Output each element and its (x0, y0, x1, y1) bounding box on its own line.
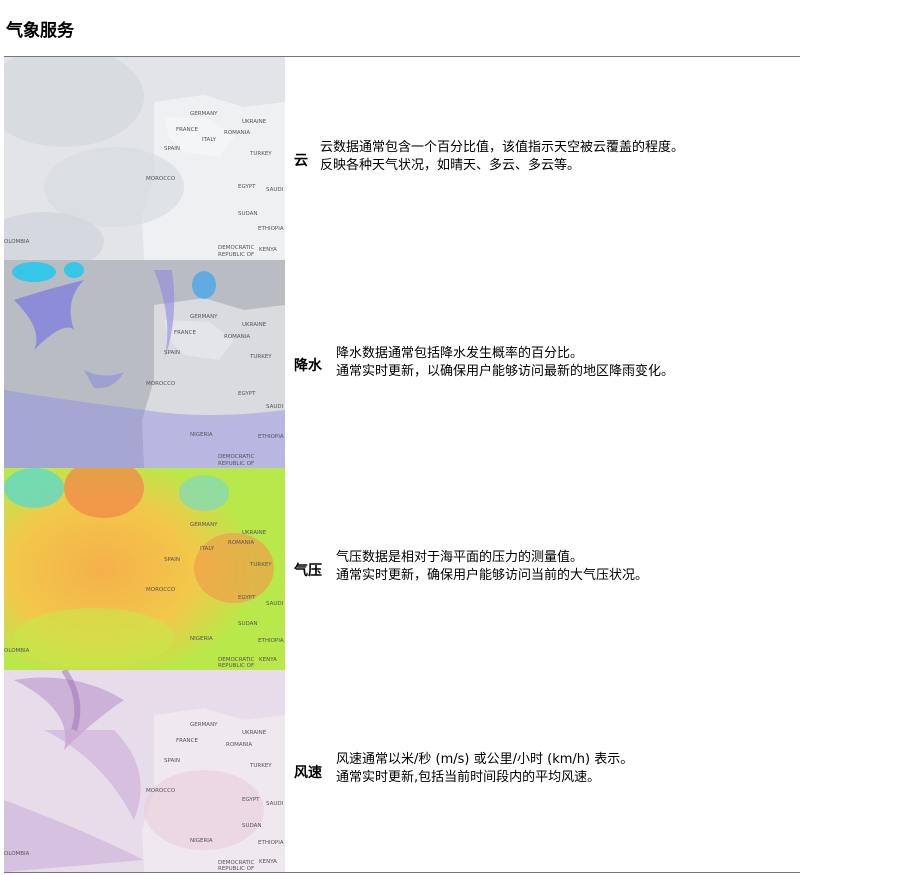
wind-map-image: GERMANY UKRAINE FRANCE ROMANIA SPAIN TUR… (4, 670, 285, 872)
pressure-label: 气压 (294, 563, 322, 579)
precipitation-map-image: GERMANY UKRAINE FRANCE ROMANIA SPAIN TUR… (4, 260, 285, 468)
map-label-turkey: TURKEY (249, 151, 272, 157)
weather-row-pressure: GERMANY UKRAINE ROMANIA ITALY SPAIN TURK… (4, 468, 800, 670)
cloud-map-image: GERMANY UKRAINE FRANCE ROMANIA SPAIN ITA… (4, 57, 285, 260)
wind-description-line-2: 通常实时更新,包括当前时间段内的平均风速。 (336, 770, 601, 785)
map-label-saudi: SAUDI (266, 404, 284, 410)
weather-row-precipitation: GERMANY UKRAINE FRANCE ROMANIA SPAIN TUR… (4, 260, 800, 468)
map-label-morocco: MOROCCO (146, 587, 176, 593)
map-label-ethiopia: ETHIOPIA (258, 840, 284, 846)
cloud-description-line-1: 云数据通常包含一个百分比值，该值指示天空被云覆盖的程度。 (320, 140, 685, 155)
map-label-italy: ITALY (200, 546, 215, 552)
map-label-sudan: SUDAN (238, 211, 258, 217)
map-label-saudi: SAUDI (266, 801, 284, 807)
map-label-spain: SPAIN (164, 758, 180, 764)
map-label-spain: SPAIN (164, 350, 180, 356)
map-label-colombia: OLOMBIA (4, 648, 30, 654)
map-label-france: FRANCE (176, 738, 198, 744)
map-label-ethiopia: ETHIOPIA (258, 226, 284, 232)
pressure-description-line-2: 通常实时更新，确保用户能够访问当前的大气压状况。 (336, 568, 649, 583)
map-label-germany: GERMANY (190, 522, 218, 528)
precipitation-description-line-1: 降水数据通常包括降水发生概率的百分比。 (336, 346, 584, 361)
bottom-divider (4, 872, 800, 873)
map-label-colombia: OLOMBIA (4, 239, 30, 245)
map-label-ukraine: UKRAINE (242, 119, 267, 125)
map-label-saudi: SAUDI (266, 187, 284, 193)
page-title: 气象服务 (6, 21, 74, 41)
map-label-nigeria: NIGERIA (190, 838, 213, 844)
map-label-germany: GERMANY (190, 314, 218, 320)
pressure-description: 气压数据是相对于海平面的压力的测量值。 通常实时更新，确保用户能够访问当前的大气… (336, 549, 648, 585)
map-label-drc: DEMOCRATIC (218, 245, 255, 251)
map-label-turkey: TURKEY (249, 354, 272, 360)
map-label-turkey: TURKEY (249, 763, 272, 769)
map-label-turkey: TURKEY (249, 562, 272, 568)
map-label-nigeria: NIGERIA (190, 432, 213, 438)
map-label-spain: SPAIN (164, 146, 180, 152)
map-label-spain: SPAIN (164, 557, 180, 563)
map-label-romania: ROMANIA (224, 334, 250, 340)
map-label-ethiopia: ETHIOPIA (258, 434, 284, 440)
map-label-romania: ROMANIA (226, 742, 252, 748)
wind-description-line-1: 风速通常以米/秒 (m/s) 或公里/小时 (km/h) 表示。 (336, 752, 634, 767)
map-label-germany: GERMANY (190, 111, 218, 117)
map-label-sudan: SUDAN (242, 823, 262, 829)
map-label-morocco: MOROCCO (146, 788, 176, 794)
precipitation-description: 降水数据通常包括降水发生概率的百分比。 通常实时更新，以确保用户能够访问最新的地… (336, 345, 674, 381)
map-label-morocco: MOROCCO (146, 176, 176, 182)
map-label-sudan: SUDAN (238, 621, 258, 627)
wind-label: 风速 (294, 765, 322, 781)
cloud-label: 云 (294, 153, 308, 169)
precipitation-label: 降水 (294, 358, 322, 374)
cloud-description: 云数据通常包含一个百分比值，该值指示天空被云覆盖的程度。 反映各种天气状况，如晴… (320, 139, 684, 175)
map-label-kenya: KENYA (259, 247, 277, 253)
map-label-drc2: REPUBLIC OF (218, 252, 254, 258)
map-label-romania: ROMANIA (224, 130, 250, 136)
cloud-description-line-2: 反映各种天气状况，如晴天、多云、多云等。 (320, 158, 581, 173)
map-label-drc: DEMOCRATIC (218, 454, 255, 460)
pressure-map-image: GERMANY UKRAINE ROMANIA ITALY SPAIN TURK… (4, 468, 285, 670)
map-label-saudi: SAUDI (266, 601, 284, 607)
wind-description: 风速通常以米/秒 (m/s) 或公里/小时 (km/h) 表示。 通常实时更新,… (336, 751, 633, 787)
map-label-drc2: REPUBLIC OF (218, 663, 254, 669)
map-label-nigeria: NIGERIA (190, 636, 213, 642)
map-label-colombia: OLOMBIA (4, 851, 30, 857)
map-label-kenya: KENYA (259, 657, 277, 663)
map-label-france: FRANCE (174, 330, 196, 336)
map-label-egypt: EGYPT (238, 391, 256, 397)
map-label-morocco: MOROCCO (146, 381, 176, 387)
map-label-italy: ITALY (202, 137, 217, 143)
map-label-romania: ROMANIA (228, 540, 254, 546)
map-label-ethiopia: ETHIOPIA (258, 638, 284, 644)
map-label-france: FRANCE (176, 127, 198, 133)
weather-row-wind: GERMANY UKRAINE FRANCE ROMANIA SPAIN TUR… (4, 670, 800, 872)
map-label-kenya: KENYA (259, 859, 277, 865)
map-label-germany: GERMANY (190, 722, 218, 728)
pressure-description-line-1: 气压数据是相对于海平面的压力的测量值。 (336, 550, 584, 565)
map-label-ukraine: UKRAINE (242, 322, 267, 328)
map-label-egypt: EGYPT (238, 595, 256, 601)
map-label-drc2: REPUBLIC OF (218, 461, 254, 467)
map-label-ukraine: UKRAINE (242, 530, 267, 536)
weather-row-cloud: GERMANY UKRAINE FRANCE ROMANIA SPAIN ITA… (4, 57, 800, 260)
map-label-ukraine: UKRAINE (242, 730, 267, 736)
map-label-egypt: EGYPT (242, 797, 260, 803)
precipitation-description-line-2: 通常实时更新，以确保用户能够访问最新的地区降雨变化。 (336, 364, 675, 379)
map-label-egypt: EGYPT (238, 184, 256, 190)
